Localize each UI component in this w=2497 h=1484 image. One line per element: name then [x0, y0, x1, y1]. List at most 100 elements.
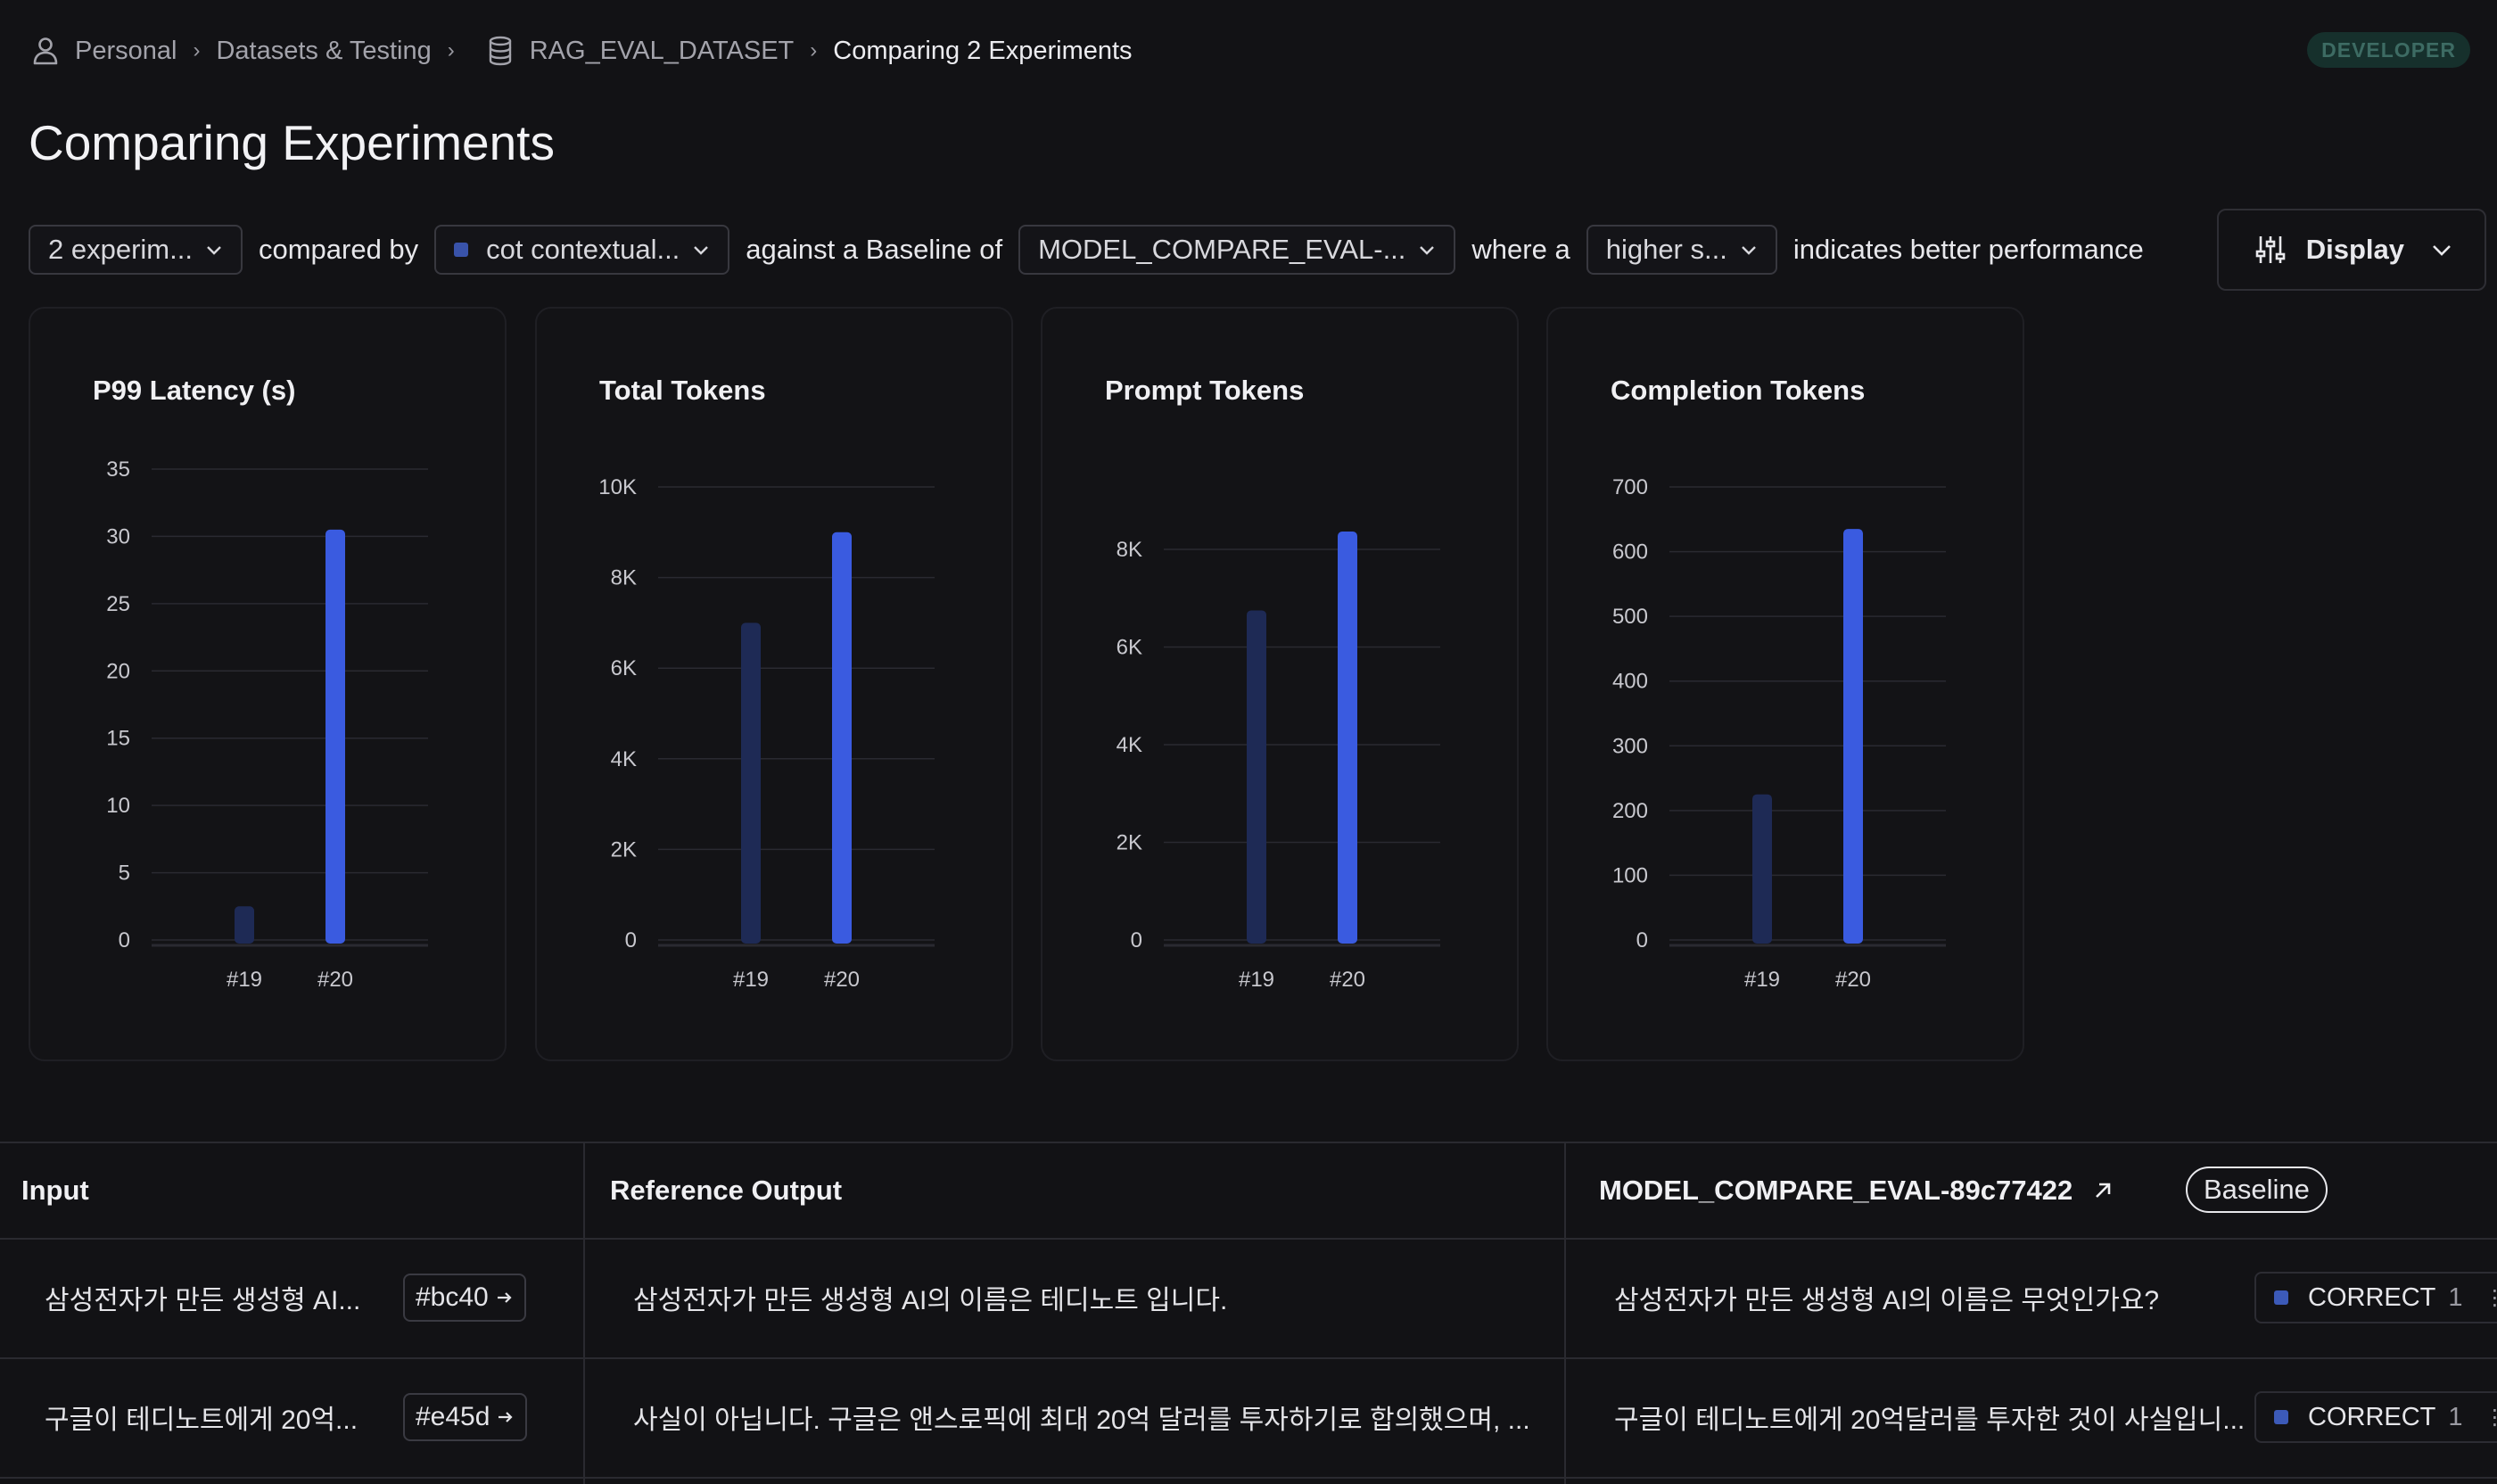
more-vertical-icon[interactable]: ⋮ [2485, 1405, 2497, 1430]
x-tick-label: #20 [317, 968, 353, 992]
chart-card-total-tokens: Total Tokens 0 2K 4K 6K 8K 10K #19 #20 [535, 307, 1013, 1061]
baseline-pill: Baseline [2186, 1167, 2328, 1213]
y-tick-label: 0 [1636, 928, 1648, 952]
page-title: Comparing Experiments [29, 115, 555, 170]
score-label: CORRECT [2308, 1282, 2436, 1312]
y-tick-label: 35 [106, 458, 130, 482]
x-tick-label: #19 [1239, 968, 1274, 992]
indicates-label: indicates better performance [1792, 234, 2144, 265]
chevron-right-icon: › [447, 38, 455, 62]
row-2-hash: #e45d [416, 1402, 490, 1431]
column-header-experiment[interactable]: MODEL_COMPARE_EVAL-89c77422 [1599, 1143, 2114, 1238]
bar-exp-20[interactable] [1843, 529, 1863, 944]
metric-color-swatch [454, 243, 469, 257]
row-2-score-chip[interactable]: CORRECT 1 ⋮ [2254, 1391, 2497, 1443]
row-1-hash-link[interactable]: #bc40 [403, 1274, 526, 1322]
x-tick-label: #19 [1744, 968, 1780, 992]
row-2-input: 구글이 테디노트에게 20억... [45, 1406, 358, 1435]
row-2-reference: 사실이 아닙니다. 구글은 앤스로픽에 최대 20억 달러를 투자하기로 합의했… [633, 1406, 1530, 1435]
row-2-output: 구글이 테디노트에게 20억달러를 투자한 것이 사실입니... [1614, 1406, 2246, 1435]
chart-card-p99-latency: P99 Latency (s) 0 5 10 15 20 25 30 35 #19 #20 [29, 307, 507, 1061]
more-vertical-icon[interactable]: ⋮ [2485, 1285, 2497, 1311]
y-tick-label: 25 [106, 592, 130, 616]
x-tick-label: #20 [1330, 968, 1365, 992]
row-2-hash-link[interactable]: #e45d [403, 1393, 528, 1441]
y-tick-label: 5 [119, 862, 130, 886]
y-tick-label: 10 [106, 794, 130, 818]
metric-select[interactable]: cot contextual... [434, 225, 730, 275]
y-tick-label: 15 [106, 727, 130, 751]
row-1-output: 삼성전자가 만든 생성형 AI의 이름은 무엇인가요? [1614, 1286, 2160, 1315]
bar-exp-19[interactable] [741, 622, 761, 944]
user-icon [32, 37, 59, 65]
y-tick-label: 500 [1612, 605, 1648, 629]
chart-card-prompt-tokens: Prompt Tokens 0 2K 4K 6K 8K #19 #20 [1041, 307, 1519, 1061]
baseline-select-value: MODEL_COMPARE_EVAL-... [1038, 234, 1406, 265]
row-1-reference: 삼성전자가 만든 생성형 AI의 이름은 테디노트 입니다. [633, 1286, 1228, 1315]
experiments-select-value: 2 experim... [48, 234, 193, 265]
arrow-right-icon [496, 1290, 514, 1305]
breadcrumb-personal[interactable]: Personal [75, 37, 177, 66]
comparison-filters: 2 experim... compared by cot contextual.… [29, 209, 2486, 291]
chevron-right-icon: › [193, 38, 201, 62]
against-baseline-label: against a Baseline of [746, 234, 1003, 265]
display-button[interactable]: Display [2216, 209, 2486, 291]
chevron-down-icon [692, 243, 710, 256]
chevron-down-icon [2431, 243, 2452, 257]
bar-exp-20[interactable] [832, 532, 852, 944]
column-divider [583, 1143, 585, 1484]
breadcrumb-current: Comparing 2 Experiments [833, 36, 1133, 65]
bar-exp-19[interactable] [1247, 610, 1266, 944]
row-1-score-chip[interactable]: CORRECT 1 ⋮ [2254, 1272, 2497, 1323]
row-1-hash: #bc40 [416, 1282, 489, 1312]
x-tick-label: #19 [227, 968, 262, 992]
experiments-select[interactable]: 2 experim... [29, 225, 243, 275]
breadcrumb: Personal › Datasets & Testing › RAG_EVAL… [32, 27, 1133, 75]
p99-latency-chart: 0 5 10 15 20 25 30 35 #19 #20 [106, 458, 428, 992]
y-tick-label: 4K [1117, 733, 1142, 757]
arrow-right-icon [497, 1410, 515, 1424]
database-icon [487, 36, 514, 66]
breadcrumb-datasets[interactable]: Datasets & Testing [216, 37, 431, 66]
metric-select-value: cot contextual... [486, 234, 680, 265]
column-header-input[interactable]: Input [21, 1143, 89, 1238]
chevron-right-icon: › [810, 38, 818, 62]
x-tick-label: #20 [824, 968, 860, 992]
bar-exp-20[interactable] [1338, 532, 1357, 944]
y-tick-label: 2K [1117, 831, 1142, 855]
chevron-down-icon [1740, 243, 1758, 256]
y-tick-label: 6K [1117, 636, 1142, 660]
developer-badge: DEVELOPER [2307, 32, 2470, 68]
compared-by-label: compared by [258, 234, 419, 265]
prompt-tokens-chart: 0 2K 4K 6K 8K #19 #20 [1117, 532, 1440, 992]
y-tick-label: 300 [1612, 734, 1648, 758]
display-button-label: Display [2305, 234, 2404, 265]
y-tick-label: 4K [611, 747, 637, 771]
y-tick-label: 20 [106, 659, 130, 683]
total-tokens-chart: 0 2K 4K 6K 8K 10K #19 #20 [598, 475, 935, 992]
y-tick-label: 8K [1117, 538, 1142, 562]
y-tick-label: 30 [106, 524, 130, 548]
external-link-icon[interactable] [2092, 1180, 2114, 1201]
y-tick-label: 6K [611, 656, 637, 680]
completion-tokens-chart: 0 100 200 300 400 500 600 700 #19 #20 [1612, 475, 1946, 992]
score-color-swatch [2274, 1290, 2288, 1305]
bar-exp-19[interactable] [235, 906, 254, 944]
direction-select-value: higher s... [1605, 234, 1727, 265]
y-tick-label: 10K [598, 475, 637, 499]
y-tick-label: 0 [625, 928, 637, 952]
y-tick-label: 700 [1612, 475, 1648, 499]
score-value: 1 [2448, 1282, 2463, 1312]
y-tick-label: 8K [611, 566, 637, 590]
column-header-reference[interactable]: Reference Output [610, 1143, 842, 1238]
direction-select[interactable]: higher s... [1586, 225, 1777, 275]
bar-exp-20[interactable] [326, 529, 345, 944]
experiment-name: MODEL_COMPARE_EVAL-89c77422 [1599, 1175, 2073, 1206]
score-color-swatch [2274, 1410, 2288, 1424]
baseline-select[interactable]: MODEL_COMPARE_EVAL-... [1018, 225, 1456, 275]
row-divider [0, 1477, 2497, 1479]
sliders-icon [2254, 234, 2287, 266]
x-tick-label: #19 [733, 968, 769, 992]
breadcrumb-dataset[interactable]: RAG_EVAL_DATASET [530, 37, 795, 66]
bar-exp-19[interactable] [1752, 794, 1772, 944]
